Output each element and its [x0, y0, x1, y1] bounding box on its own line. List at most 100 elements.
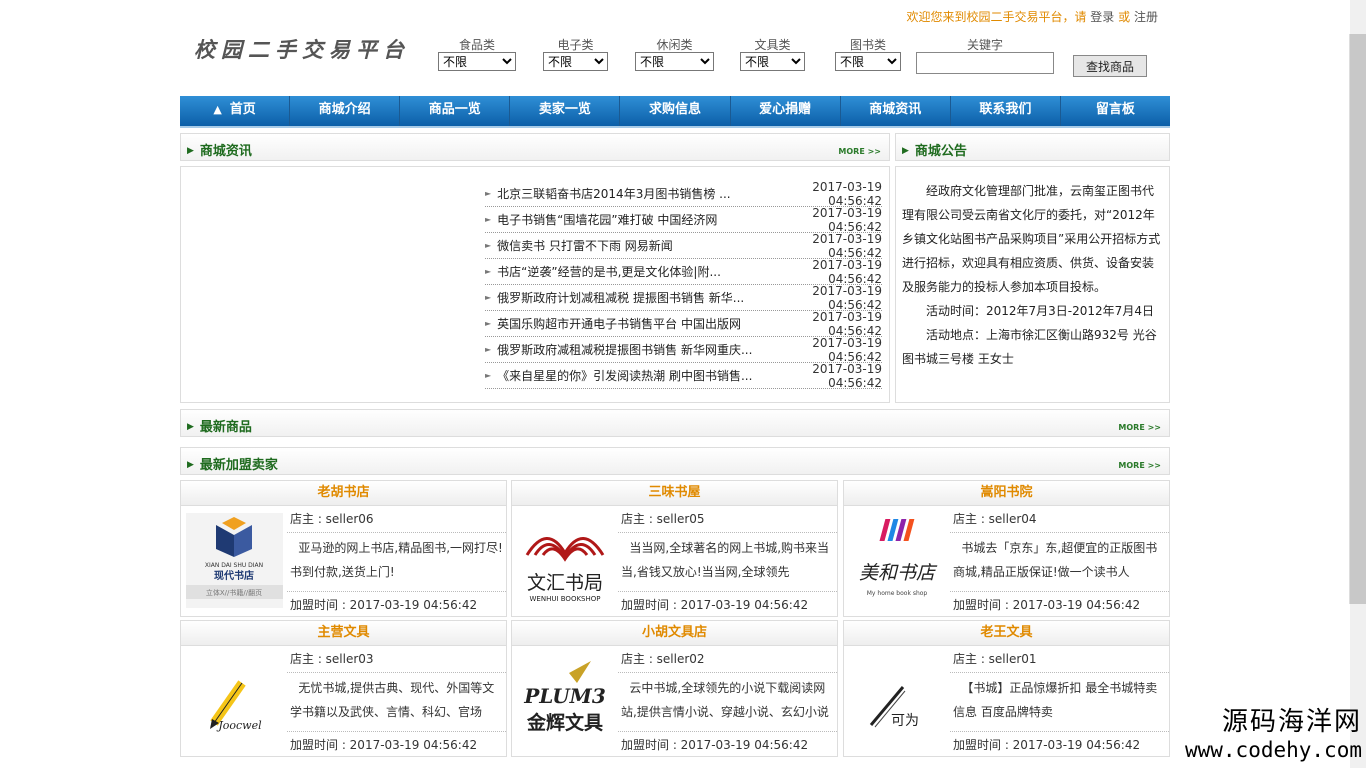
seller-name[interactable]: 主营文具: [181, 621, 506, 646]
news-item-title[interactable]: 电子书销售“围墙花园”难打破 中国经济网: [497, 211, 774, 228]
seller-name[interactable]: 嵩阳书院: [844, 481, 1169, 506]
keyword-input[interactable]: [916, 52, 1054, 74]
seller-logo[interactable]: 美和书店 My home book shop: [849, 513, 946, 608]
nav-board[interactable]: 留言板: [1061, 96, 1170, 126]
sellers-more-link[interactable]: MORE >>: [1118, 461, 1161, 470]
news-item-date: 2017-03-19 04:56:42: [812, 231, 882, 260]
seller-owner: 店主 : seller01: [950, 646, 1169, 673]
svg-text:文汇书局: 文汇书局: [527, 572, 603, 594]
news-item[interactable]: ► 俄罗斯政府减租减税提振图书销售 新华网重庆... 2017-03-19 04:5…: [485, 335, 882, 364]
nav-wanted[interactable]: 求购信息: [620, 96, 731, 126]
news-item[interactable]: ► 《来自星星的你》引发阅读热潮 刷中图书销售... 2017-03-19 04:5…: [485, 361, 882, 390]
arrow-icon: ►: [485, 215, 492, 224]
seller-name[interactable]: 老王文具: [844, 621, 1169, 646]
seller-logo[interactable]: 可为: [849, 653, 946, 748]
page-container: 欢迎您来到校园二手交易平台，请 登录 或 注册 校园二手交易平台 食品类 不限 …: [180, 0, 1170, 768]
latest-title-text: 最新商品: [199, 420, 252, 435]
news-item-date: 2017-03-19 04:56:42: [812, 309, 882, 338]
books-select[interactable]: 不限: [835, 52, 901, 71]
book-logo-icon: XIAN DAI SHU DIAN 现代书店 立体X//书籍//翻页: [186, 513, 283, 608]
seller-name[interactable]: 老胡书店: [181, 481, 506, 506]
nav-home[interactable]: ▲ 首页: [180, 96, 291, 126]
food-select[interactable]: 不限: [438, 52, 516, 71]
news-item-title[interactable]: 书店“逆袭”经营的是书,更是文化体验|附...: [497, 263, 774, 280]
pencil-logo-icon: Joocwel: [210, 680, 262, 732]
nav-contact[interactable]: 联系我们: [951, 96, 1061, 126]
news-title-text: 商城资讯: [199, 144, 252, 159]
plume-logo-icon: PLUM3 金辉文具: [523, 661, 606, 734]
seller-name[interactable]: 三味书屋: [512, 481, 837, 506]
seller-info: 店主 : seller06 亚马逊的网上书店,精品图书,一网打尽!书到付款,送货…: [287, 506, 506, 618]
seller-card[interactable]: 三味书屋 文汇书局 WENHUI BOOKSHOP 店主 : seller05 …: [511, 480, 838, 617]
news-item-title[interactable]: 俄罗斯政府计划减租减税 提振图书销售 新华...: [497, 289, 774, 306]
seller-desc-text: 【书城】正品惊爆折扣 最全书城特卖信息 百度品牌特卖: [953, 681, 1158, 719]
site-logo[interactable]: 校园二手交易平台: [194, 34, 410, 64]
news-item[interactable]: ► 书店“逆袭”经营的是书,更是文化体验|附... 2017-03-19 04:56…: [485, 258, 882, 286]
register-link[interactable]: 注册: [1134, 10, 1158, 24]
news-item[interactable]: ► 俄罗斯政府计划减租减税 提振图书销售 新华... 2017-03-19 04:5…: [485, 284, 882, 312]
seller-desc-text: 书城去「京东」东,超便宜的正版图书商城,精品正版保证!做一个读书人: [953, 541, 1158, 579]
books-filter: 图书类 不限: [835, 36, 901, 71]
welcome-bar: 欢迎您来到校园二手交易平台，请 登录 或 注册: [906, 8, 1158, 25]
triangle-icon: ▶: [902, 146, 909, 156]
nav-news[interactable]: 商城资讯: [841, 96, 951, 126]
watermark-title: 源码海洋网: [1221, 707, 1362, 737]
seller-owner: 店主 : seller02: [618, 646, 837, 673]
seller-card[interactable]: 嵩阳书院 美和书店 My home book shop 店主 : seller0…: [843, 480, 1170, 617]
news-item-title[interactable]: 英国乐购超市开通电子书销售平台 中国出版网: [497, 315, 774, 332]
seller-join-time: 加盟时间 : 2017-03-19 04:56:42: [290, 598, 478, 612]
latest-more-link[interactable]: MORE >>: [1118, 423, 1161, 432]
seller-card[interactable]: 老王文具 可为 店主 : seller01 【书城】正品惊爆折扣 最全书城特卖信…: [843, 620, 1170, 757]
seller-card[interactable]: 主营文具 Joocwel 店主 : seller03 无忧书城,提供古典、现代、…: [180, 620, 507, 757]
seller-logo[interactable]: Joocwel: [186, 653, 283, 748]
news-item-title[interactable]: 俄罗斯政府减租减税提振图书销售 新华网重庆...: [497, 341, 774, 358]
home-icon: ▲: [213, 103, 222, 116]
seller-logo[interactable]: XIAN DAI SHU DIAN 现代书店 立体X//书籍//翻页: [186, 513, 283, 608]
search-button[interactable]: 查找商品: [1073, 55, 1147, 77]
news-item[interactable]: ► 北京三联韬奋书店2014年3月图书销售榜 ... 2017-03-19 04:5…: [485, 180, 882, 208]
page-scrollbar-thumb[interactable]: [1349, 34, 1366, 604]
seller-join-time: 加盟时间 : 2017-03-19 04:56:42: [621, 738, 809, 752]
nav-sellers[interactable]: 卖家一览: [510, 96, 621, 126]
news-item[interactable]: ► 微信卖书 只打雷不下雨 网易新闻 2017-03-19 04:56:42: [485, 231, 882, 260]
seller-logo[interactable]: PLUM3 金辉文具: [517, 653, 614, 748]
seller-info: 店主 : seller01 【书城】正品惊爆折扣 最全书城特卖信息 百度品牌特卖…: [950, 646, 1169, 758]
latest-goods-title: ▶ 最新商品: [187, 416, 252, 435]
notice-paragraph: 经政府文化管理部门批准，云南玺正图书代理有限公司受云南省文化厅的委托，对“201…: [902, 184, 1161, 294]
triangle-icon: ▶: [187, 422, 194, 432]
nav-donate[interactable]: 爱心捐赠: [731, 96, 841, 126]
arrow-icon: ►: [485, 267, 492, 276]
news-item[interactable]: ► 电子书销售“围墙花园”难打破 中国经济网 2017-03-19 04:56:42: [485, 206, 882, 234]
nav-intro[interactable]: 商城介绍: [290, 96, 401, 126]
notice-section-header: ▶ 商城公告: [895, 133, 1170, 161]
or-text: 或: [1118, 10, 1131, 24]
stationery-select[interactable]: 不限: [740, 52, 805, 71]
news-list: ► 北京三联韬奋书店2014年3月图书销售榜 ... 2017-03-19 04:5…: [485, 180, 882, 390]
seller-card[interactable]: 小胡文具店 PLUM3 金辉文具 店主 : seller02 云中书城,全球领先…: [511, 620, 838, 757]
arrow-icon: ►: [485, 371, 492, 380]
svg-text:现代书店: 现代书店: [214, 569, 254, 582]
news-item-title[interactable]: 《来自星星的你》引发阅读热潮 刷中图书销售...: [497, 367, 774, 384]
news-item-title[interactable]: 微信卖书 只打雷不下雨 网易新闻: [497, 237, 774, 254]
news-item[interactable]: ► 英国乐购超市开通电子书销售平台 中国出版网 2017-03-19 04:56:4…: [485, 309, 882, 338]
seller-join-time: 加盟时间 : 2017-03-19 04:56:42: [621, 598, 809, 612]
leisure-select[interactable]: 不限: [635, 52, 714, 71]
news-item-date: 2017-03-19 04:56:42: [812, 361, 882, 390]
seller-name[interactable]: 小胡文具店: [512, 621, 837, 646]
notice-section-title: ▶ 商城公告: [902, 140, 967, 159]
electronics-select[interactable]: 不限: [543, 52, 608, 71]
books-filter-label: 图书类: [849, 38, 886, 52]
pen-logo-icon: 可为: [869, 686, 919, 729]
welcome-text: 欢迎您来到校园二手交易平台，请: [906, 10, 1087, 24]
news-item-date: 2017-03-19 04:56:42: [812, 335, 882, 364]
nav-products[interactable]: 商品一览: [400, 96, 511, 126]
seller-logo[interactable]: 文汇书局 WENHUI BOOKSHOP: [517, 513, 614, 608]
notice-panel: 经政府文化管理部门批准，云南玺正图书代理有限公司受云南省文化厅的委托，对“201…: [895, 166, 1170, 403]
svg-text:立体X//书籍//翻页: 立体X//书籍//翻页: [206, 588, 262, 597]
news-more-link[interactable]: MORE >>: [838, 147, 881, 156]
seller-info: 店主 : seller03 无忧书城,提供古典、现代、外国等文学书籍以及武侠、言…: [287, 646, 506, 758]
login-link[interactable]: 登录: [1090, 10, 1114, 24]
seller-card[interactable]: 老胡书店 XIAN DAI SHU DIAN 现代书店 立体X//书籍//翻页 …: [180, 480, 507, 617]
seller-owner: 店主 : seller03: [287, 646, 506, 673]
news-item-title[interactable]: 北京三联韬奋书店2014年3月图书销售榜 ...: [497, 185, 774, 202]
